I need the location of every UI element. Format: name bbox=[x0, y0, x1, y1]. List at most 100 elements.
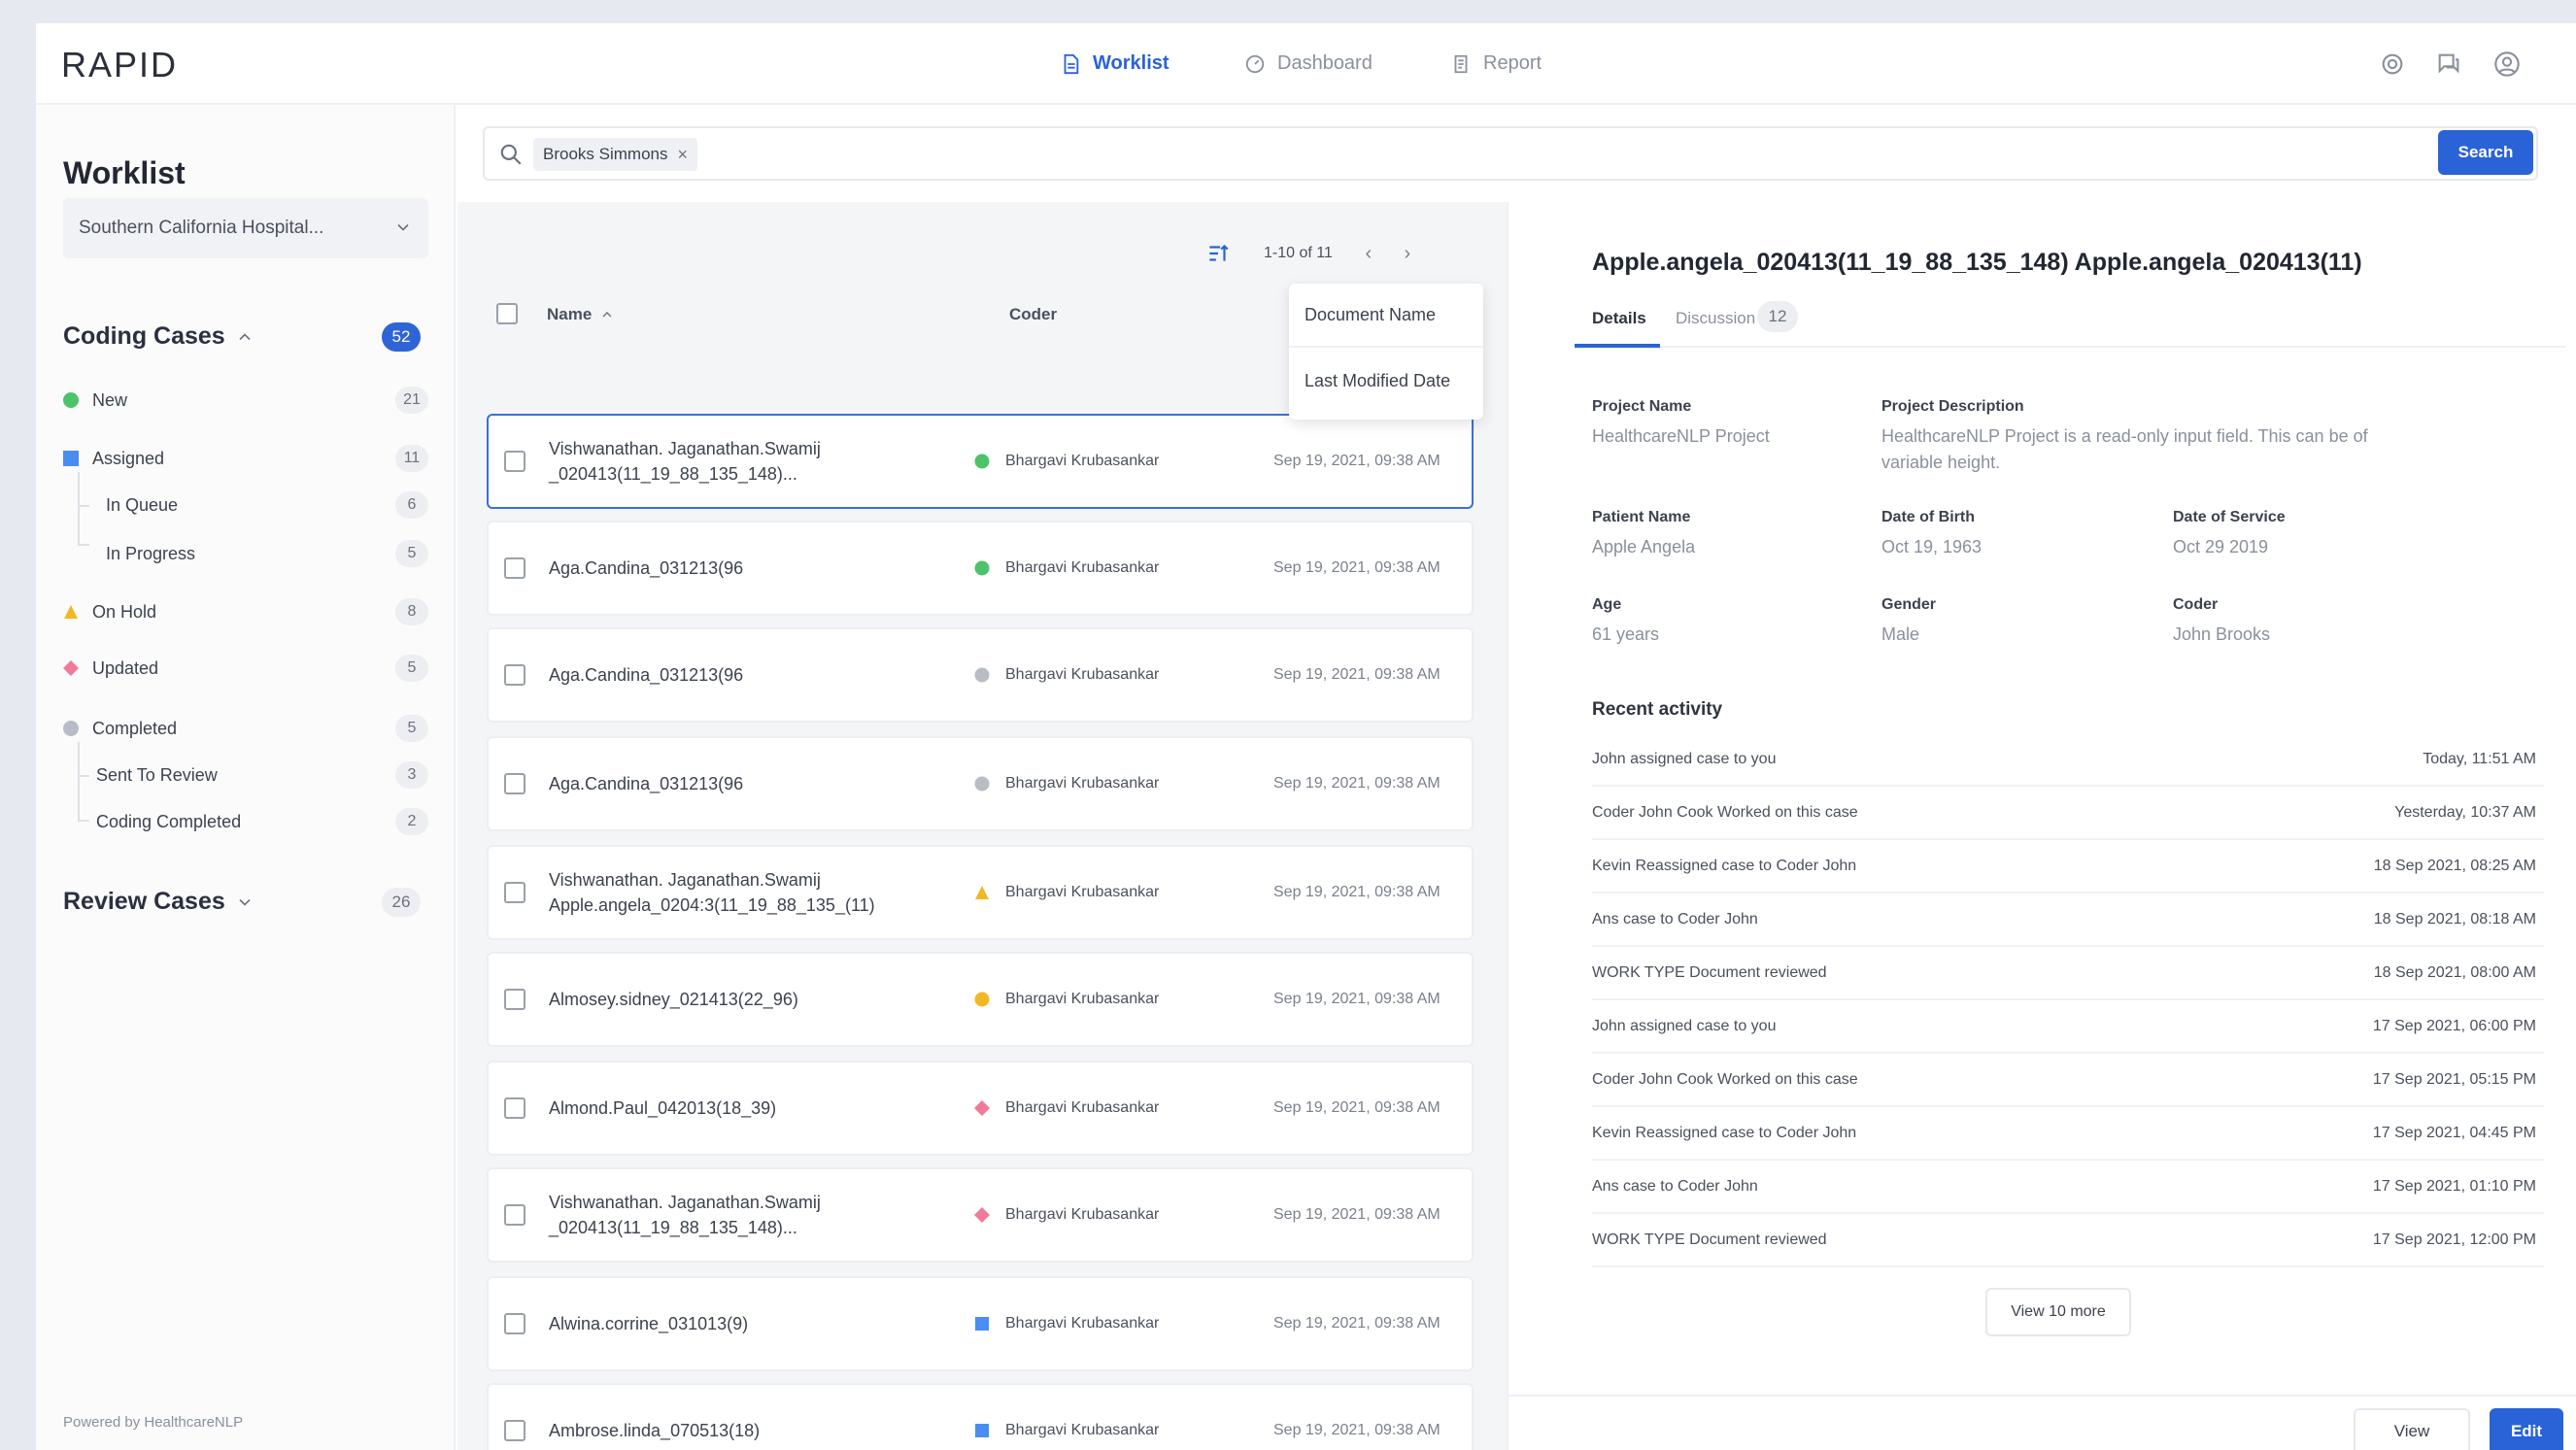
table-row[interactable]: Ambrose.linda_070513(18) Bhargavi Krubasa… bbox=[487, 1383, 1474, 1450]
sidebar-item-updated[interactable]: Updated 5 bbox=[63, 649, 428, 688]
column-header-coder[interactable]: Coder bbox=[1009, 305, 1057, 324]
sidebar-title: Worklist bbox=[63, 155, 186, 190]
search-button[interactable]: Search bbox=[2438, 130, 2533, 175]
hospital-select[interactable]: Southern California Hospital... bbox=[63, 198, 428, 258]
sidebar-item-completed[interactable]: Completed 5 bbox=[63, 709, 428, 748]
nav-dashboard[interactable]: Dashboard bbox=[1244, 52, 1373, 75]
sidebar-item-on-hold[interactable]: On Hold 8 bbox=[63, 592, 428, 631]
sidebar-item-sent-to-review[interactable]: Sent To Review 3 bbox=[96, 756, 428, 794]
view-button[interactable]: View bbox=[2354, 1408, 2470, 1450]
row-checkbox[interactable] bbox=[504, 882, 525, 903]
status-diamond-icon bbox=[63, 660, 79, 676]
row-document-name: Vishwanathan. Jaganathan.Swamij _020413(1… bbox=[549, 416, 957, 507]
chevron-right-icon[interactable]: › bbox=[1393, 239, 1422, 268]
row-name-line: Vishwanathan. Jaganathan.Swamij bbox=[549, 870, 821, 890]
field-label: Date of Birth bbox=[1881, 509, 1975, 525]
row-coder-name: Bhargavi Krubasankar bbox=[1005, 1099, 1160, 1116]
row-coder: Bhargavi Krubasankar bbox=[974, 954, 1159, 1045]
sort-option-document-name[interactable]: Document Name bbox=[1305, 305, 1436, 325]
status-dot-icon bbox=[974, 776, 990, 792]
field-date-of-service: Date of Service Oct 29 2019 bbox=[2173, 509, 2286, 560]
review-cases-toggle[interactable]: Review Cases bbox=[63, 888, 254, 916]
table-row[interactable]: Aga.Candina_031213(96 Bhargavi Krubasanka… bbox=[487, 521, 1474, 616]
view-more-button[interactable]: View 10 more bbox=[1985, 1288, 2131, 1336]
tab-details[interactable]: Details bbox=[1592, 309, 1646, 328]
row-coder: Bhargavi Krubasankar bbox=[974, 1062, 1159, 1154]
tree-tick bbox=[78, 775, 89, 777]
sidebar-item-label: On Hold bbox=[92, 601, 157, 622]
table-row[interactable]: Vishwanathan. Jaganathan.Swamij Apple.ang… bbox=[487, 845, 1474, 940]
discussion-count-badge: 12 bbox=[1757, 301, 1798, 332]
table-row[interactable]: Alwina.corrine_031013(9) Bhargavi Krubasa… bbox=[487, 1276, 1474, 1371]
sidebar-item-count: 3 bbox=[395, 761, 428, 789]
field-value: Apple Angela bbox=[1592, 537, 1696, 556]
sidebar-item-assigned[interactable]: Assigned 11 bbox=[63, 439, 428, 478]
row-checkbox[interactable] bbox=[504, 451, 525, 472]
coding-cases-toggle[interactable]: Coding Cases bbox=[63, 322, 254, 351]
sort-icon[interactable] bbox=[1205, 241, 1231, 266]
activity-text: WORK TYPE Document reviewed bbox=[1592, 964, 1827, 981]
table-row[interactable]: Aga.Candina_031213(96 Bhargavi Krubasanka… bbox=[487, 627, 1474, 723]
field-value: HealthcareNLP Project bbox=[1592, 426, 1770, 446]
tab-active-indicator bbox=[1575, 344, 1660, 348]
activity-item: Kevin Reassigned case to Coder John 18 Se… bbox=[1592, 841, 2544, 894]
table-row[interactable]: Vishwanathan. Jaganathan.Swamij _020413(1… bbox=[487, 1167, 1474, 1263]
sidebar-item-in-queue[interactable]: In Queue 6 bbox=[106, 486, 428, 524]
sidebar-item-new[interactable]: New 21 bbox=[63, 381, 428, 420]
row-checkbox[interactable] bbox=[504, 1313, 525, 1334]
activity-item: John assigned case to you 17 Sep 2021, 06… bbox=[1592, 1001, 2544, 1054]
row-coder-name: Bhargavi Krubasankar bbox=[1005, 666, 1160, 683]
settings-icon[interactable] bbox=[2379, 51, 2406, 78]
tab-discussion[interactable]: Discussion bbox=[1676, 309, 1755, 328]
activity-time: Today, 11:51 AM bbox=[2423, 751, 2536, 767]
row-checkbox[interactable] bbox=[504, 664, 525, 686]
field-label: Patient Name bbox=[1592, 509, 1691, 525]
row-name-line: Vishwanathan. Jaganathan.Swamij bbox=[549, 1193, 821, 1212]
row-document-name: Ambrose.linda_070513(18) bbox=[549, 1385, 957, 1450]
table-row[interactable]: Aga.Candina_031213(96 Bhargavi Krubasanka… bbox=[487, 736, 1474, 831]
table-row[interactable]: Almond.Paul_042013(18_39) Bhargavi Krubas… bbox=[487, 1061, 1474, 1156]
chat-icon[interactable] bbox=[2435, 51, 2462, 78]
column-header-name[interactable]: Name bbox=[547, 305, 615, 324]
user-avatar-icon[interactable] bbox=[2493, 51, 2521, 78]
activity-text: Kevin Reassigned case to Coder John bbox=[1592, 858, 1857, 874]
row-modified-date: Sep 19, 2021, 09:38 AM bbox=[1273, 884, 1441, 900]
powered-by: Powered by HealthcareNLP bbox=[63, 1414, 244, 1431]
sidebar-item-coding-completed[interactable]: Coding Completed 2 bbox=[96, 802, 428, 841]
row-checkbox[interactable] bbox=[504, 1097, 525, 1119]
status-diamond-icon bbox=[974, 1207, 990, 1223]
status-dot-icon bbox=[974, 667, 990, 683]
divider bbox=[1289, 346, 1483, 348]
search-icon bbox=[500, 144, 522, 165]
table-row[interactable]: Almosey.sidney_021413(22_96) Bhargavi Kru… bbox=[487, 952, 1474, 1047]
select-all-checkbox[interactable] bbox=[496, 303, 518, 324]
edit-button[interactable]: Edit bbox=[2490, 1408, 2563, 1450]
activity-item: Coder John Cook Worked on this case Yeste… bbox=[1592, 788, 2544, 840]
row-checkbox[interactable] bbox=[504, 773, 525, 794]
activity-item: WORK TYPE Document reviewed 18 Sep 2021, … bbox=[1592, 948, 2544, 1000]
row-checkbox[interactable] bbox=[504, 1420, 525, 1441]
nav-worklist[interactable]: Worklist bbox=[1060, 52, 1169, 75]
sidebar-item-label: New bbox=[92, 389, 128, 410]
close-icon[interactable]: × bbox=[677, 145, 688, 165]
sidebar-item-in-progress[interactable]: In Progress 5 bbox=[106, 534, 428, 573]
row-modified-date: Sep 19, 2021, 09:38 AM bbox=[1273, 1206, 1441, 1223]
sidebar-item-label: Coding Completed bbox=[96, 811, 242, 831]
nav-report[interactable]: Report bbox=[1450, 52, 1542, 75]
warning-triangle-icon bbox=[64, 605, 78, 619]
chevron-left-icon[interactable]: ‹ bbox=[1354, 239, 1383, 268]
row-name-line: _020413(11_19_88_135_148)... bbox=[549, 1218, 797, 1237]
sort-up-icon bbox=[602, 312, 612, 318]
chevron-up-icon bbox=[239, 332, 251, 340]
sort-option-last-modified[interactable]: Last Modified Date bbox=[1305, 371, 1450, 391]
status-dot-icon bbox=[63, 721, 79, 736]
table-row[interactable]: Vishwanathan. Jaganathan.Swamij _020413(1… bbox=[487, 414, 1474, 509]
column-header-label: Coder bbox=[1009, 305, 1058, 323]
row-checkbox[interactable] bbox=[504, 1204, 525, 1226]
row-checkbox[interactable] bbox=[504, 989, 525, 1010]
row-checkbox[interactable] bbox=[504, 557, 525, 579]
pager-range: 1-10 of 11 bbox=[1264, 245, 1333, 261]
detail-panel: Apple.angela_020413(11_19_88_135_148) Ap… bbox=[1507, 202, 2576, 1450]
search-input[interactable]: Brooks Simmons × bbox=[483, 126, 2538, 181]
sidebar-item-label: Updated bbox=[92, 658, 159, 678]
